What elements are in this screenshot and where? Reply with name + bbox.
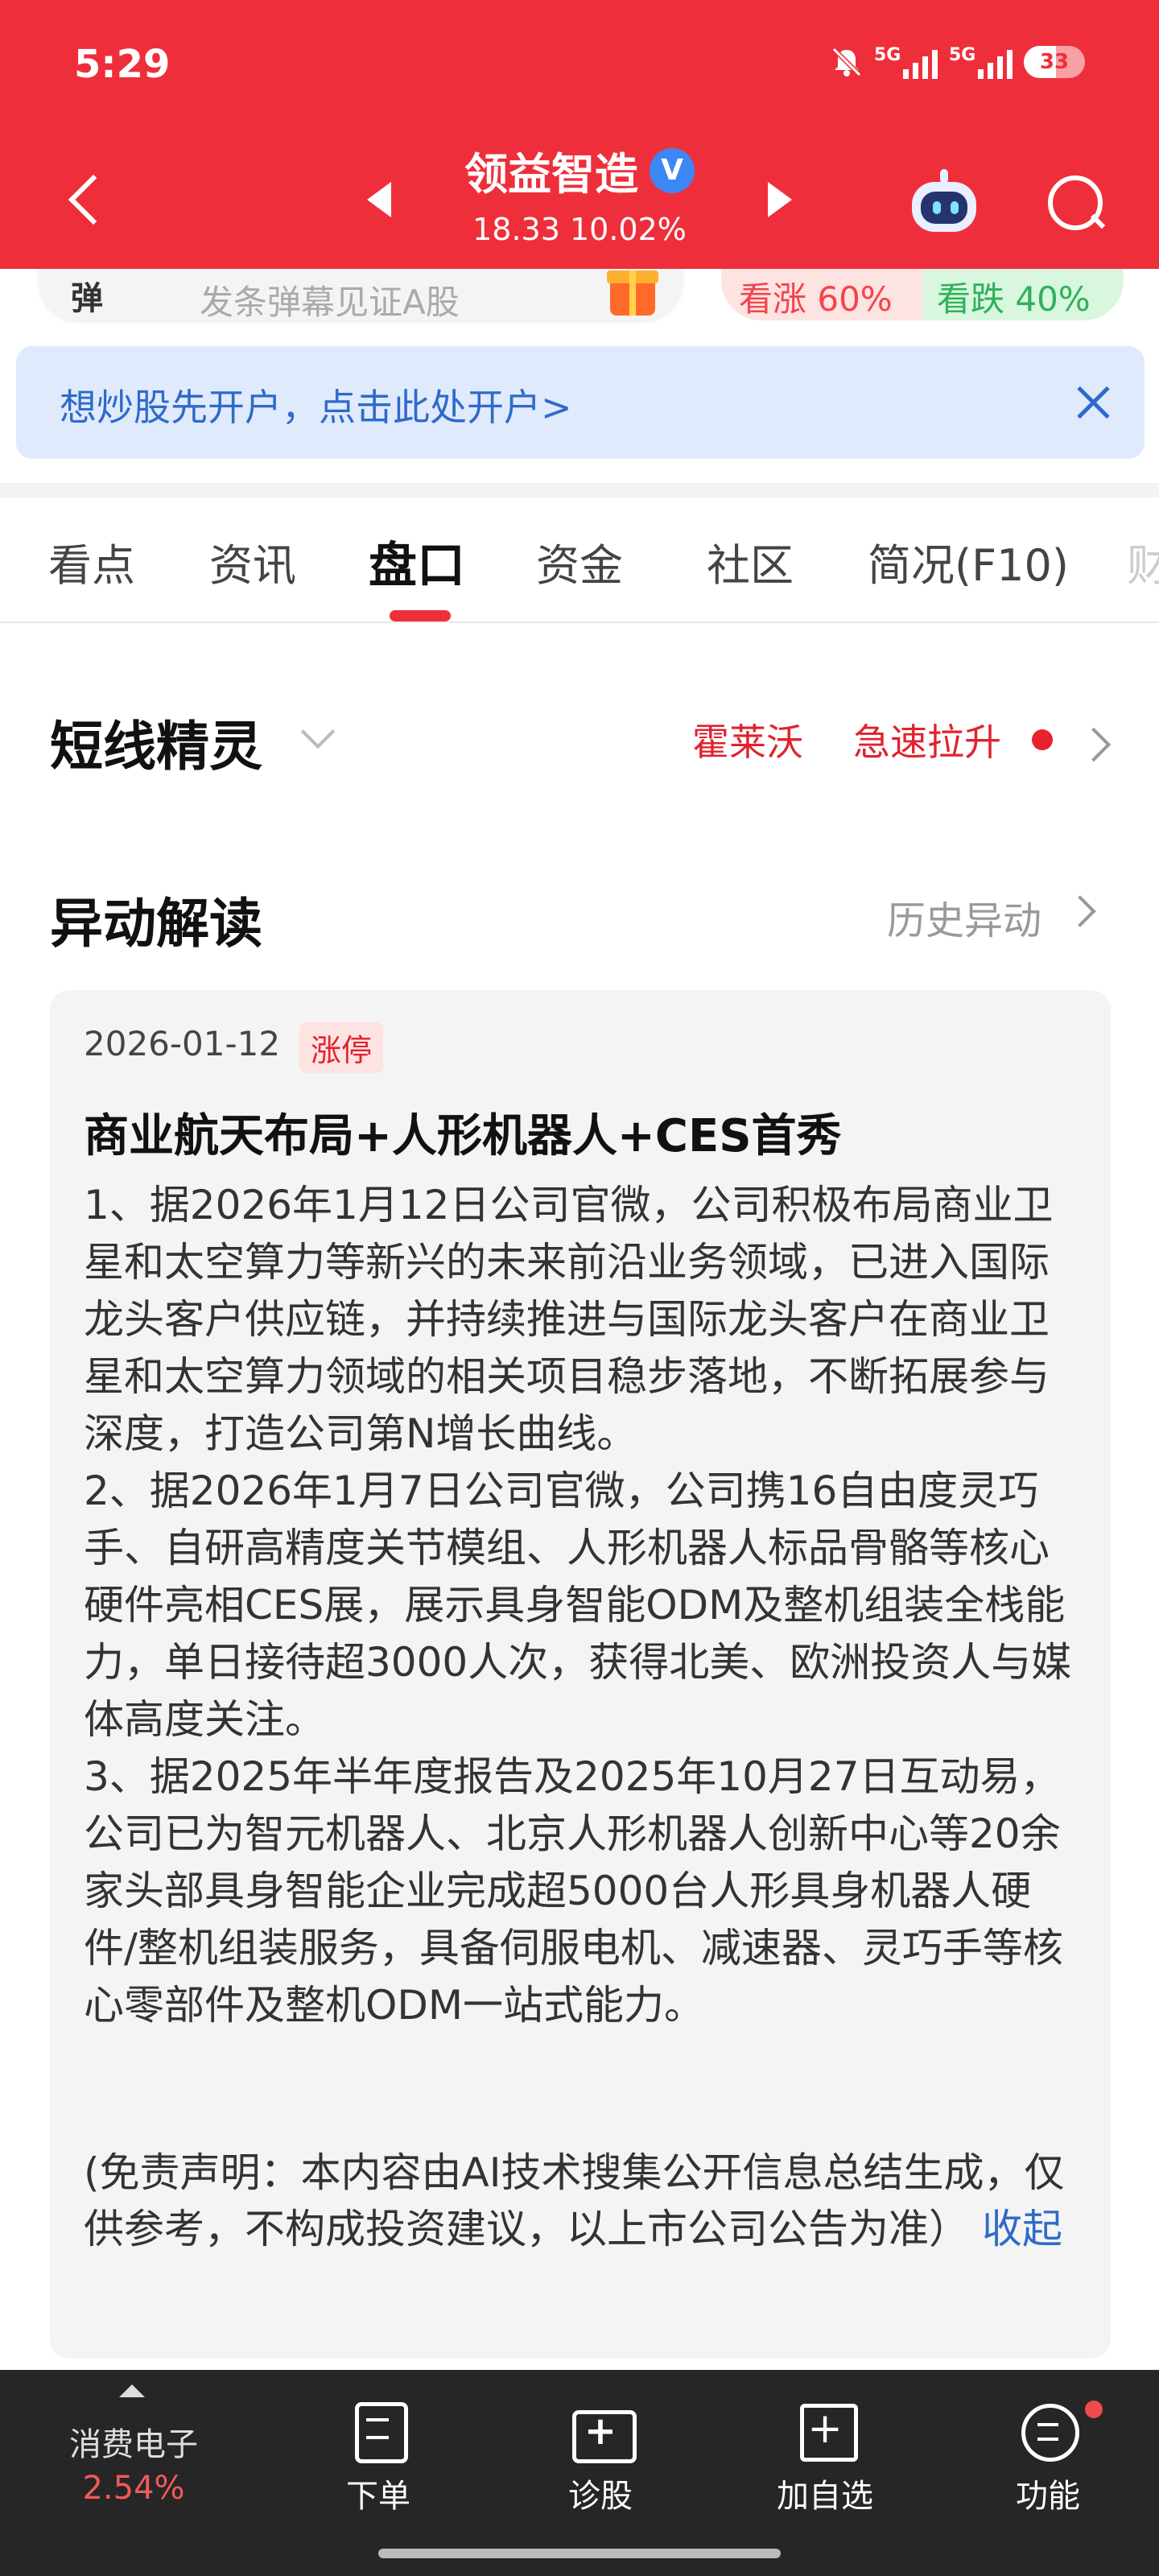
chevron-down-icon[interactable]: [300, 714, 336, 749]
diagnose-button[interactable]: 诊股: [544, 2402, 657, 2516]
notification-dot: [1085, 2401, 1103, 2418]
battery-level: 33: [1039, 50, 1070, 74]
sector-name[interactable]: 消费电子: [45, 2418, 222, 2465]
tab-community[interactable]: 社区: [707, 530, 794, 593]
anomaly-body: 1、据2026年1月12日公司官微，公司积极布局商业卫星和太空算力等新兴的未来前…: [84, 1177, 1082, 2034]
banner-text[interactable]: 想炒股先开户，点击此处开户>: [60, 378, 572, 431]
active-tab-indicator: [390, 610, 451, 621]
sector-change[interactable]: 2.54%: [45, 2470, 222, 2507]
signal-icon-1: 5G: [874, 45, 938, 79]
anomaly-date: 2026-01-12: [84, 1024, 281, 1063]
app-header: 5:29 5G 5G 33 领益智造 V 18.33 10.02%: [0, 0, 1159, 269]
home-indicator[interactable]: [378, 2549, 781, 2558]
anomaly-point: 3、据2025年半年度报告及2025年10月27日互动易，公司已为智元机器人、北…: [84, 1753, 1063, 2029]
danmu-input[interactable]: 弹 发条弹幕见证A股: [39, 269, 683, 322]
tab-funds[interactable]: 资金: [536, 530, 623, 593]
anomaly-point: 1、据2026年1月12日公司官微，公司积极布局商业卫星和太空算力等新兴的未来前…: [84, 1182, 1054, 1457]
status-time: 5:29: [74, 42, 171, 87]
caret-up-icon[interactable]: [119, 2384, 145, 2397]
stock-price: 18.33 10.02%: [472, 212, 687, 247]
short-line-event[interactable]: 急速拉升: [853, 713, 1001, 766]
sentiment-vote: 看涨 60% 看跌 40%: [721, 269, 1124, 320]
limit-up-badge: 涨停: [299, 1022, 384, 1073]
search-icon[interactable]: [1043, 171, 1107, 235]
gift-icon[interactable]: [607, 270, 658, 316]
danmu-row: 弹 发条弹幕见证A股 看涨 60% 看跌 40%: [0, 269, 1159, 325]
bearish-button[interactable]: 看跌 40%: [922, 269, 1124, 320]
danmu-tag: 弹: [71, 280, 103, 317]
disclaimer: (免责声明：本内容由AI技术搜集公开信息总结生成，仅供参考，不构成投资建议，以上…: [84, 2145, 1082, 2257]
tab-highlights[interactable]: 看点: [48, 530, 135, 593]
chevron-right-icon[interactable]: [1064, 895, 1096, 927]
short-line-sprite[interactable]: 短线精灵 霍莱沃 急速拉升: [0, 676, 1159, 797]
stock-name-row: 领益智造 V: [464, 138, 695, 202]
order-button[interactable]: 下单: [322, 2402, 435, 2516]
order-label: 下单: [346, 2478, 410, 2515]
collapse-link[interactable]: 收起: [982, 2206, 1062, 2252]
add-watchlist-icon: [797, 2402, 858, 2462]
ai-assistant-icon[interactable]: [908, 169, 980, 233]
tab-order-book[interactable]: 盘口: [369, 526, 465, 597]
tab-f10[interactable]: 简况(F10): [868, 530, 1069, 593]
next-stock-icon[interactable]: [768, 182, 792, 217]
tab-bar: 看点 资讯 盘口 资金 社区 简况(F10) 财: [0, 497, 1159, 623]
short-line-stock[interactable]: 霍莱沃: [692, 713, 803, 766]
status-icons: 5G 5G 33: [831, 45, 1085, 79]
stock-name: 领益智造: [464, 149, 638, 200]
order-icon: [350, 2402, 408, 2463]
bottom-toolbar: 消费电子 2.54% 下单 诊股 加自选 功能: [0, 2370, 1159, 2576]
bullish-button[interactable]: 看涨 60%: [721, 269, 922, 320]
diagnose-label: 诊股: [568, 2478, 633, 2515]
anomaly-card: 2026-01-12 涨停 商业航天布局+人形机器人+CES首秀 1、据2026…: [50, 990, 1111, 2359]
functions-button[interactable]: 功能: [992, 2402, 1104, 2516]
functions-label: 功能: [1016, 2478, 1080, 2515]
anomaly-point: 2、据2026年1月7日公司官微，公司携16自由度灵巧手、自研高精度关节模组、人…: [84, 1468, 1072, 1743]
section-divider: [0, 483, 1159, 497]
open-account-banner[interactable]: 想炒股先开户，点击此处开户>: [16, 346, 1145, 459]
back-arrow-icon[interactable]: [66, 171, 114, 235]
history-anomaly-link[interactable]: 历史异动: [887, 889, 1041, 945]
close-icon[interactable]: [1072, 382, 1114, 423]
alert-dot: [1032, 729, 1053, 750]
battery-icon: 33: [1024, 46, 1085, 78]
add-watchlist-button[interactable]: 加自选: [757, 2402, 893, 2516]
anomaly-headline: 商业航天布局+人形机器人+CES首秀: [84, 1110, 842, 1162]
stock-title: 领益智造 V 18.33 10.02%: [378, 138, 781, 247]
anomaly-title: 异动解读: [50, 893, 262, 955]
disclaimer-text: (免责声明：本内容由AI技术搜集公开信息总结生成，仅供参考，不构成投资建议，以上…: [84, 2149, 1065, 2252]
network-label-1: 5G: [874, 45, 901, 65]
danmu-placeholder: 发条弹幕见证A股: [200, 283, 460, 322]
add-watchlist-label: 加自选: [777, 2478, 873, 2515]
diagnose-icon: [572, 2402, 637, 2463]
tab-news[interactable]: 资讯: [209, 530, 296, 593]
tab-finance[interactable]: 财: [1127, 530, 1159, 593]
network-label-2: 5G: [949, 45, 976, 65]
verified-icon: V: [650, 147, 695, 193]
signal-icon-2: 5G: [949, 45, 1013, 79]
functions-icon: [1020, 2402, 1079, 2462]
mute-bell-icon: [831, 47, 862, 77]
short-line-title: 短线精灵: [50, 716, 262, 778]
chevron-right-icon[interactable]: [1076, 727, 1112, 762]
